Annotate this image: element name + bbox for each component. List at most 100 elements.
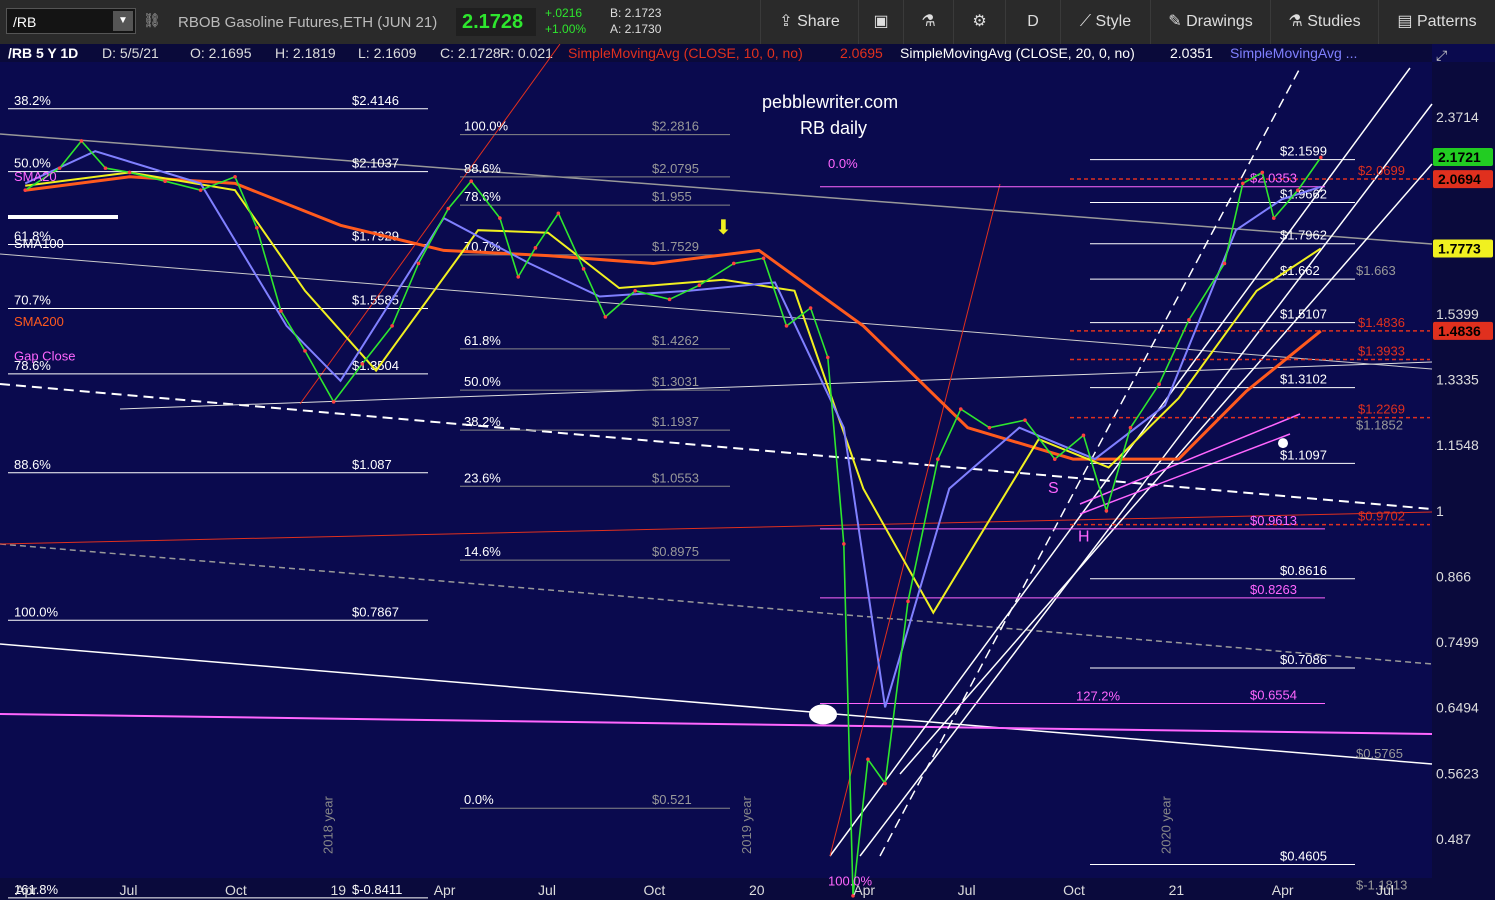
fib-right-value: $1.3102 (1280, 372, 1327, 387)
share-icon: ⇪ (779, 13, 793, 30)
price-point (255, 225, 259, 230)
price-point (533, 246, 538, 250)
symbol-input[interactable]: /RB (13, 14, 36, 30)
price-point (1241, 181, 1245, 186)
fib-mid-label: 14.6% (464, 544, 501, 559)
price-point (1081, 433, 1086, 438)
fib-gray-value: $0.5765 (1356, 746, 1403, 761)
price-point (303, 349, 307, 353)
fib-mid-value: $0.521 (652, 792, 692, 807)
instrument-description: RBOB Gasoline Futures,ETH (JUN 21) (178, 14, 438, 31)
symbol-selector[interactable]: /RB ▼ (6, 8, 136, 34)
price-point (390, 324, 394, 328)
y-tick-label: 1.3335 (1436, 372, 1479, 388)
watermark-line-2: RB daily (800, 118, 867, 138)
fib-mid-value: $1.4262 (652, 333, 699, 348)
price-point (103, 166, 108, 170)
share-button[interactable]: ⇪ Share (760, 0, 858, 44)
fib-mid-label: 23.6% (464, 470, 501, 485)
label-head: H (1078, 528, 1090, 545)
flask-icon: ⚗ (1288, 13, 1303, 30)
bar-date: D: 5/5/21 (102, 45, 159, 61)
settings-button[interactable]: ⚙ (953, 0, 1005, 44)
fib-left-label: 100.0% (14, 604, 59, 619)
price-point (416, 261, 421, 266)
label-fib-127: 127.2% (1076, 688, 1121, 703)
drawings-button[interactable]: ✎ Drawings (1150, 0, 1270, 44)
x-tick-label: Apr (15, 882, 37, 898)
bar-close: C: 2.1728 (440, 45, 501, 61)
price-point (866, 757, 870, 762)
price-point (163, 179, 167, 184)
label-gap-close: Gap Close (14, 349, 75, 364)
price-point (1318, 155, 1323, 160)
fib-right-value: $0.8616 (1280, 563, 1327, 578)
year-label: 2019 year (739, 796, 754, 854)
style-button[interactable]: ⟋ Style (1060, 0, 1150, 44)
expand-icon[interactable]: ⤢ (1436, 47, 1447, 63)
fib-left-value: $1.087 (352, 457, 392, 472)
fib-left-value: $0.7867 (352, 604, 399, 619)
price-change: +.0216 (545, 6, 583, 20)
price-point (697, 283, 702, 288)
y-tick-label: 0.6494 (1436, 700, 1479, 716)
price-point (1104, 509, 1109, 513)
fib-left-value: $2.1037 (352, 156, 399, 171)
study-sma20-label[interactable]: SimpleMovingAvg (CLOSE, 20, 0, no) (900, 45, 1135, 61)
fib-red-value: $2.0699 (1358, 163, 1405, 178)
fib-right-value: $0.7086 (1280, 652, 1327, 667)
price-point (936, 457, 940, 461)
bar-open: O: 2.1695 (190, 45, 252, 61)
price-point (233, 175, 237, 179)
last-price: 2.1728 (456, 8, 536, 36)
flask-icon: ⚗ (921, 13, 936, 30)
price-point (603, 315, 608, 319)
fib-pink-value: $0.8263 (1250, 582, 1297, 597)
fib-left-value: $2.4146 (352, 93, 399, 108)
x-tick-label: Oct (225, 882, 247, 898)
fib-pink-value: $2.0353 (1250, 171, 1297, 186)
marker-target (1278, 438, 1288, 449)
flask-button[interactable]: ⚗ (903, 0, 953, 44)
bar-low: L: 2.1609 (358, 45, 417, 61)
price-badge-label: 2.1721 (1438, 149, 1481, 165)
patterns-button[interactable]: ▤ Patterns (1378, 0, 1495, 44)
x-tick-label: Oct (1063, 882, 1085, 898)
chevron-down-icon[interactable]: ▼ (113, 11, 133, 31)
link-icon[interactable]: ⛓ (143, 12, 161, 29)
fib-mid-value: $2.0795 (652, 161, 699, 176)
y-tick-label: 0.5623 (1436, 765, 1479, 781)
price-point (57, 166, 62, 170)
x-tick-label: 20 (749, 882, 765, 898)
price-point (731, 261, 736, 266)
study-sma-more-label[interactable]: SimpleMovingAvg ... (1230, 45, 1357, 61)
fib-pink-value: $0.6554 (1250, 688, 1297, 703)
studies-button[interactable]: ⚗ Studies (1270, 0, 1378, 44)
fib-left-label: 70.7% (14, 292, 51, 307)
price-point (23, 188, 28, 192)
fib-red-value: $1.3933 (1358, 344, 1405, 359)
price-point (633, 289, 637, 293)
price-point (761, 256, 766, 261)
price-chart[interactable]: /RB 5 Y 1D D: 5/5/21 O: 2.1695 H: 2.1819… (0, 44, 1495, 900)
screenshot-button[interactable]: ▣ (858, 0, 903, 44)
fib-mid-value: $0.8975 (652, 544, 699, 559)
fib-right-value: $1.5107 (1280, 307, 1327, 322)
price-point (331, 400, 336, 404)
fib-right-value: $1.1097 (1280, 447, 1327, 462)
price-point (1296, 188, 1300, 192)
price-point (842, 542, 846, 546)
fib-mid-label: 61.8% (464, 333, 501, 348)
price-point (469, 179, 474, 184)
fib-mid-value: $1.955 (652, 189, 692, 204)
price-point (581, 267, 586, 271)
study-sma10-label[interactable]: SimpleMovingAvg (CLOSE, 10, 0, no) (568, 45, 803, 61)
price-point (498, 216, 502, 220)
ask-price: A: 2.1730 (610, 22, 662, 36)
watermark-line-1: pebblewriter.com (762, 92, 898, 112)
arrow-down-icon: ⬇ (715, 217, 732, 239)
price-point (1157, 382, 1161, 387)
price-point (825, 355, 830, 360)
interval-button[interactable]: D (1005, 0, 1060, 44)
price-point (784, 324, 789, 328)
